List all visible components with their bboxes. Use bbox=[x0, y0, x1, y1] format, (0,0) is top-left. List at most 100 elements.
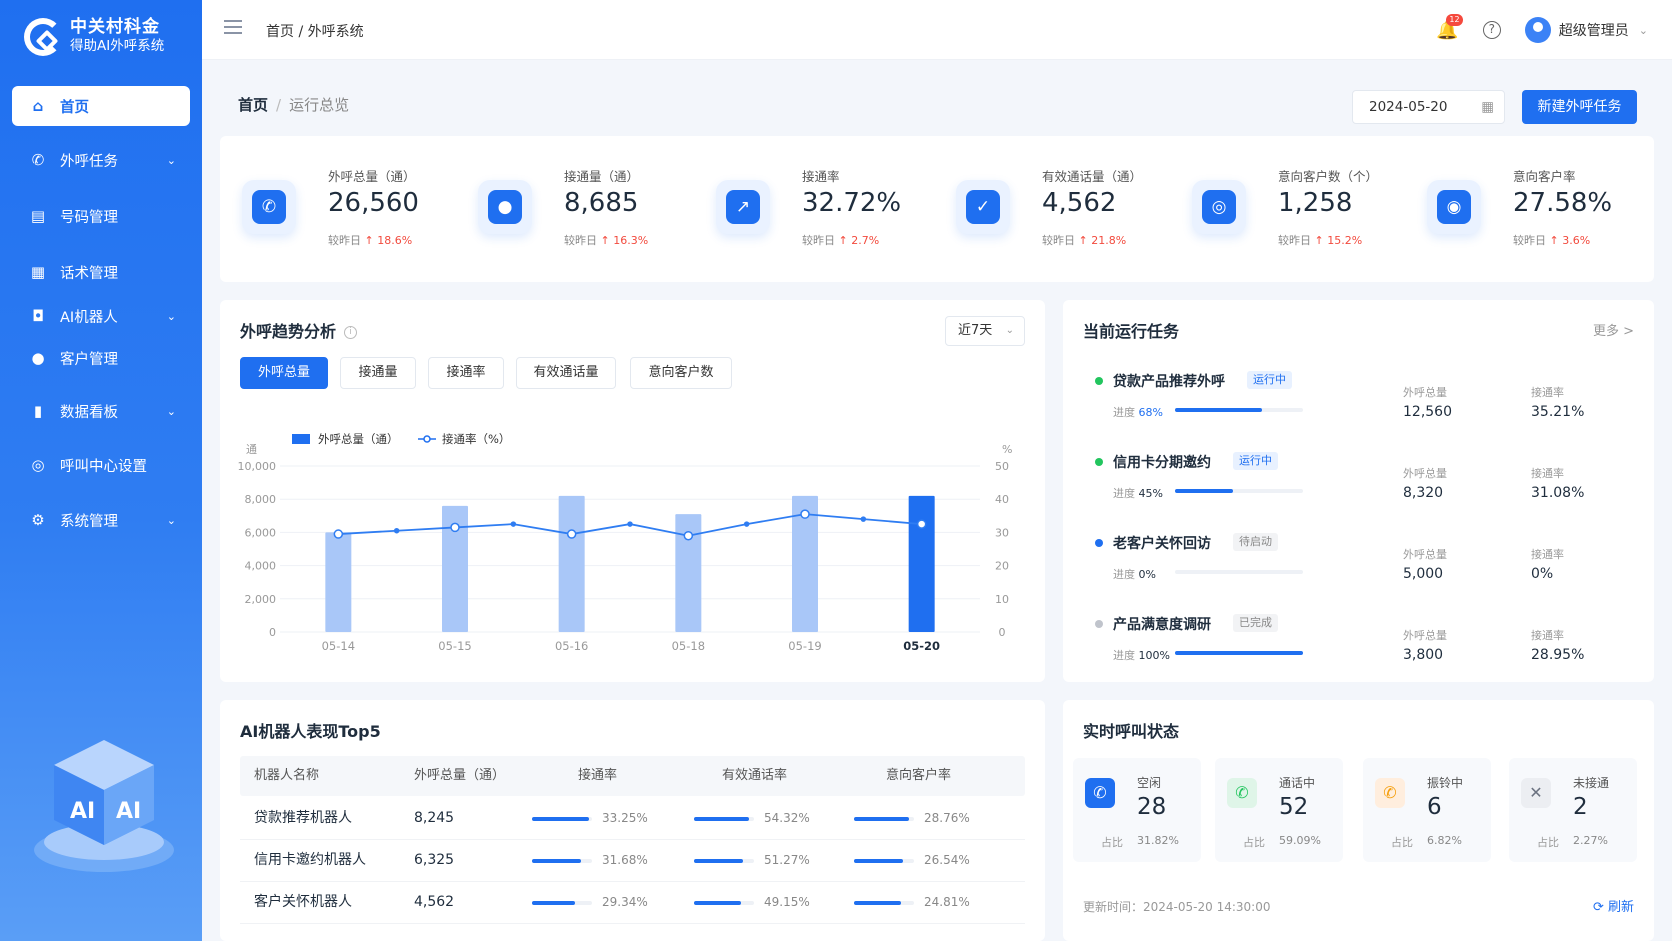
refresh-button[interactable]: ⟳ 刷新 bbox=[1593, 896, 1634, 915]
svg-text:AI: AI bbox=[70, 799, 95, 824]
line-point[interactable] bbox=[333, 529, 344, 539]
y-right-tick-label: 0 bbox=[999, 626, 1006, 639]
menu-toggle-icon[interactable] bbox=[224, 20, 242, 34]
table-row[interactable]: 信用卡邀约机器人 6,325 31.68% 51.27% 26.54% bbox=[240, 840, 1025, 882]
home-icon: ⌂ bbox=[32, 97, 44, 115]
sidebar-item-label: 客户管理 bbox=[60, 351, 118, 368]
sidebar-item-scripts[interactable]: ▦ 话术管理 bbox=[12, 252, 190, 292]
phone-icon: ✆ bbox=[1085, 778, 1115, 808]
line-point[interactable] bbox=[566, 529, 577, 539]
y-left-tick-label: 2,000 bbox=[245, 593, 277, 606]
tab-intent-customers[interactable]: 意向客户数 bbox=[630, 357, 732, 389]
sidebar-item-label: 外呼任务 bbox=[60, 153, 118, 170]
stat-intent-customers: ◎ 意向客户数（个） 1,258 较昨日 ↑ 15.2% bbox=[1170, 136, 1410, 282]
avatar[interactable] bbox=[1524, 17, 1551, 43]
chevron-down-icon: ⌄ bbox=[166, 309, 176, 323]
app-name: 中关村科金 bbox=[70, 17, 160, 37]
sidebar-item-callcenter-settings[interactable]: ◎ 呼叫中心设置 bbox=[12, 445, 190, 485]
y-right-unit: % bbox=[1002, 443, 1012, 456]
bar-05-14[interactable] bbox=[325, 532, 352, 632]
phone-icon: ✆ bbox=[242, 180, 296, 234]
sidebar-item-customers[interactable]: ● 客户管理 bbox=[12, 338, 190, 378]
chart-icon: ▮ bbox=[33, 402, 43, 420]
sidebar: 中关村科金 得助AI外呼系统 ⌂ 首页 ✆ 外呼任务 ⌄ ▤ 号码管理 ▦ 话术… bbox=[0, 0, 202, 941]
task-item[interactable]: 信用卡分期邀约 运行中 进度 45% 外呼总量 8,320 接通率 31.08% bbox=[1083, 443, 1603, 513]
tab-connect-rate[interactable]: 接通率 bbox=[428, 357, 504, 389]
bar-05-16[interactable] bbox=[558, 495, 585, 632]
sidebar-item-label: 系统管理 bbox=[60, 513, 118, 530]
app-logo[interactable]: 中关村科金 得助AI外呼系统 bbox=[24, 18, 164, 56]
task-item[interactable]: 产品满意度调研 已完成 进度 100% 外呼总量 3,800 接通率 28.95… bbox=[1083, 605, 1603, 675]
phone-icon: ✆ bbox=[31, 151, 45, 169]
sidebar-item-label: AI机器人 bbox=[60, 309, 118, 326]
y-left-tick-label: 6,000 bbox=[245, 526, 277, 539]
status-in-call[interactable]: ✆ 通话中 52 占比 59.09% bbox=[1215, 758, 1343, 862]
line-point[interactable] bbox=[800, 509, 810, 519]
legend-line-label: 接通率（%） bbox=[442, 432, 510, 446]
info-icon[interactable]: i bbox=[344, 326, 358, 339]
shield-check-icon: ✓ bbox=[956, 180, 1010, 234]
status-dot bbox=[1095, 620, 1103, 628]
user-icon: ● bbox=[31, 349, 45, 367]
y-left-tick-label: 0 bbox=[269, 626, 276, 639]
sidebar-item-numbers[interactable]: ▤ 号码管理 bbox=[12, 196, 190, 236]
y-left-tick-label: 4,000 bbox=[245, 560, 277, 573]
notification-bell-icon[interactable]: 🔔 12 bbox=[1436, 13, 1463, 41]
sidebar-item-ai-robot[interactable]: ◘ AI机器人 ⌄ bbox=[12, 296, 190, 336]
line-point[interactable] bbox=[627, 521, 633, 527]
tab-connected[interactable]: 接通量 bbox=[340, 357, 416, 389]
tasks-title: 当前运行任务 bbox=[1083, 322, 1180, 341]
status-idle[interactable]: ✆ 空闲 28 占比 31.82% bbox=[1073, 758, 1201, 862]
chevron-down-icon[interactable]: ⌄ bbox=[1639, 24, 1648, 37]
x-tick-label: 05-16 bbox=[555, 639, 588, 653]
task-item[interactable]: 老客户关怀回访 待启动 进度 0% 外呼总量 5,000 接通率 0% bbox=[1083, 524, 1603, 594]
status-missed[interactable]: ✕ 未接通 2 占比 2.27% bbox=[1509, 758, 1637, 862]
tab-effective-calls[interactable]: 有效通话量 bbox=[516, 357, 616, 389]
range-select[interactable]: 近7天 ⌄ bbox=[945, 316, 1025, 346]
y-left-tick-label: 10,000 bbox=[238, 460, 277, 473]
page-title[interactable]: 首页 bbox=[238, 96, 268, 114]
trend-icon: ↗ bbox=[716, 180, 770, 234]
new-task-button[interactable]: 新建外呼任务 bbox=[1522, 90, 1637, 124]
line-point[interactable] bbox=[743, 521, 750, 527]
line-point[interactable] bbox=[860, 516, 867, 522]
task-item[interactable]: 贷款产品推荐外呼 运行中 进度 68% 外呼总量 12,560 接通率 35.2… bbox=[1083, 362, 1603, 432]
gear-icon: ⚙ bbox=[31, 511, 45, 529]
breadcrumb: 首页 / 运行总览 bbox=[238, 96, 350, 114]
chevron-down-icon: ⌄ bbox=[166, 404, 176, 418]
bar-05-20[interactable] bbox=[908, 495, 935, 632]
table-row[interactable]: 客户关怀机器人 4,562 29.34% 49.15% 24.81% bbox=[240, 882, 1025, 924]
more-link[interactable]: 更多 > bbox=[1593, 320, 1634, 339]
sidebar-item-label: 首页 bbox=[60, 99, 89, 116]
line-point[interactable] bbox=[683, 530, 694, 541]
sidebar-item-system[interactable]: ⚙ 系统管理 ⌄ bbox=[12, 500, 190, 540]
date-value: 2024-05-20 bbox=[1369, 99, 1448, 115]
status-badge: 待启动 bbox=[1233, 533, 1278, 551]
line-point[interactable] bbox=[510, 521, 517, 527]
table-row[interactable]: 贷款推荐机器人 8,245 33.25% 54.32% 28.76% bbox=[240, 798, 1025, 840]
user-name[interactable]: 超级管理员 bbox=[1559, 20, 1629, 40]
sidebar-item-dashboard[interactable]: ▮ 数据看板 ⌄ bbox=[12, 391, 190, 431]
date-picker[interactable]: 2024-05-20 ▦ bbox=[1352, 90, 1505, 124]
target-icon: ◉ bbox=[1427, 180, 1481, 234]
status-dot bbox=[1095, 458, 1103, 466]
status-ringing[interactable]: ✆ 振铃中 6 占比 6.82% bbox=[1363, 758, 1491, 862]
sidebar-item-home[interactable]: ⌂ 首页 bbox=[12, 86, 190, 126]
chart-legend: 外呼总量（通） 接通率（%） bbox=[292, 432, 510, 446]
calendar-icon: ▦ bbox=[1481, 99, 1494, 115]
phone-call-icon: ✆ bbox=[1227, 778, 1257, 808]
table-header: 机器人名称 外呼总量（通） 接通率 有效通话率 意向客户率 bbox=[240, 756, 1025, 796]
phone-ring-icon: ✆ bbox=[1375, 778, 1405, 808]
y-left-unit: 通 bbox=[246, 443, 257, 456]
notification-count-badge: 12 bbox=[1446, 13, 1463, 26]
tab-total-calls[interactable]: 外呼总量 bbox=[240, 357, 328, 389]
y-right-tick-label: 50 bbox=[995, 460, 1009, 473]
phone-missed-icon: ✕ bbox=[1521, 778, 1551, 808]
line-point[interactable] bbox=[393, 527, 400, 534]
sidebar-item-outbound-tasks[interactable]: ✆ 外呼任务 ⌄ bbox=[12, 140, 190, 180]
line-point[interactable] bbox=[450, 522, 460, 533]
line-point[interactable] bbox=[916, 519, 927, 529]
robot-icon: ◘ bbox=[32, 307, 44, 325]
call-status-card: 实时呼叫状态 ✆ 空闲 28 占比 31.82% ✆ 通话中 52 占比 59.… bbox=[1063, 700, 1654, 941]
help-icon[interactable]: ? bbox=[1482, 21, 1501, 39]
